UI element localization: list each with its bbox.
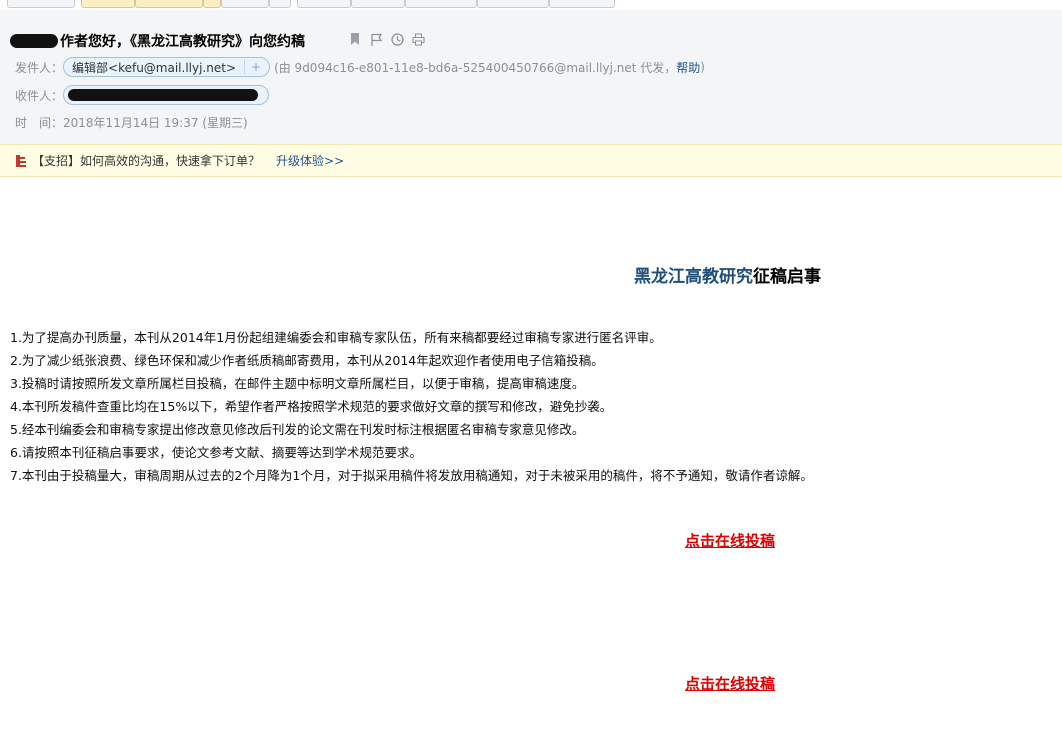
- toolbar-button[interactable]: [351, 0, 405, 8]
- bookmark-icon[interactable]: [348, 32, 362, 46]
- to-row: 收件人：: [15, 85, 270, 105]
- rule-item: 7.本刊由于投稿量大，审稿周期从过去的2个月降为1个月，对于拟采用稿件将发放用稿…: [10, 468, 813, 483]
- notice-text: 【支招】如何高效的沟通，快速拿下订单？: [32, 154, 261, 168]
- rule-item: 1.为了提高办刊质量，本刊从2014年1月份起组建编委会和审稿专家队伍，所有来稿…: [10, 330, 662, 345]
- from-row: 发件人： 编辑部<kefu@mail.llyj.net> + (由 9d094c…: [15, 57, 705, 77]
- rule-item: 6.请按照本刊征稿启事要求，使论文参考文献、摘要等达到学术规范要求。: [10, 445, 422, 460]
- upgrade-link[interactable]: 升级体验>>: [276, 152, 344, 169]
- mail-subject: 作者您好，《黑龙江高教研究》向您约稿: [10, 31, 305, 51]
- toolbar-button[interactable]: [7, 0, 75, 8]
- help-link[interactable]: 帮助: [676, 59, 700, 76]
- toolbar-button[interactable]: [405, 0, 477, 8]
- subject-text: 作者您好，《黑龙江高教研究》向您约稿: [60, 34, 305, 50]
- toolbar-button[interactable]: [81, 0, 135, 8]
- sender-address: 编辑部<kefu@mail.llyj.net>: [72, 60, 236, 75]
- sent-via-close: ): [700, 60, 705, 74]
- title-suffix: 征稿启事: [753, 267, 821, 287]
- mail-header: 作者您好，《黑龙江高教研究》向您约稿 发件人： 编辑部<kefu@mail.ll…: [0, 10, 1062, 144]
- rule-item: 2.为了减少纸张浪费、绿色环保和减少作者纸质稿邮寄费用，本刊从2014年起欢迎作…: [10, 353, 604, 368]
- recipient-chip[interactable]: [63, 85, 270, 105]
- time-row: 时 间： 2018年11月14日 19:37 (星期三): [15, 114, 248, 131]
- redaction: [68, 89, 259, 101]
- toolbar-button[interactable]: [549, 0, 615, 8]
- clock-icon[interactable]: [390, 32, 404, 46]
- flag-icon[interactable]: [369, 32, 383, 46]
- toolbar-button[interactable]: [203, 0, 221, 8]
- sent-via-text: (由 9d094c16-e801-11e8-bd6a-525400450766@…: [274, 60, 677, 75]
- sender-chip[interactable]: 编辑部<kefu@mail.llyj.net> +: [63, 57, 271, 77]
- toolbar-button[interactable]: [477, 0, 549, 8]
- rule-item: 3.投稿时请按照所发文章所属栏目投稿，在邮件主题中标明文章所属栏目，以便于审稿，…: [10, 376, 585, 391]
- toolbar-button[interactable]: [221, 0, 269, 8]
- notice-title: 黑龙江高教研究征稿启事: [634, 262, 821, 287]
- redaction: [10, 34, 58, 48]
- print-icon[interactable]: [411, 32, 425, 46]
- submit-online-link-2[interactable]: 点击在线投稿: [685, 673, 775, 694]
- toolbar-button[interactable]: [297, 0, 351, 8]
- rule-item: 4.本刊所发稿件查重比均在15%以下，希望作者严格按照学术规范的要求做好文章的撰…: [10, 399, 613, 414]
- submit-online-link[interactable]: 点击在线投稿: [685, 530, 775, 551]
- from-label: 发件人：: [15, 60, 64, 75]
- toolbar-button[interactable]: [269, 0, 291, 8]
- time-label: 时 间：: [15, 116, 64, 130]
- notice-bar: 【支招】如何高效的沟通，快速拿下订单？ 升级体验>>: [0, 144, 1062, 177]
- add-contact-button[interactable]: +: [244, 60, 261, 74]
- submission-rules: 1.为了提高办刊质量，本刊从2014年1月份起组建编委会和审稿专家队伍，所有来稿…: [10, 328, 813, 489]
- toolbar-button[interactable]: [135, 0, 203, 8]
- time-value: 2018年11月14日 19:37 (星期三): [63, 116, 248, 130]
- notice-icon: [14, 154, 28, 168]
- to-label: 收件人：: [15, 88, 64, 103]
- toolbar: [0, 0, 1062, 10]
- subject-actions: [348, 32, 425, 46]
- rule-item: 5.经本刊编委会和审稿专家提出修改意见修改后刊发的论文需在刊发时标注根据匿名审稿…: [10, 422, 585, 437]
- journal-name: 黑龙江高教研究: [634, 267, 753, 287]
